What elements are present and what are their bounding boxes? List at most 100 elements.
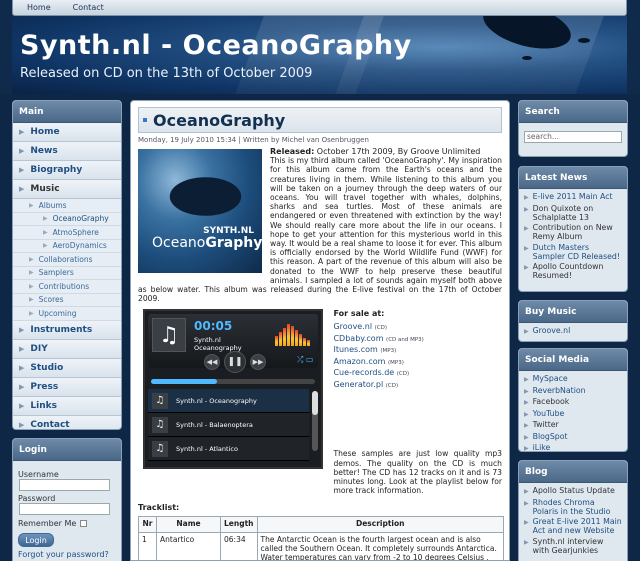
list-item[interactable]: ▶ YouTube — [524, 409, 622, 419]
list-item[interactable]: ▶ Apollo Status Update — [524, 486, 622, 496]
chevron-right-icon: ▶ — [19, 420, 25, 429]
bullet-arrow-icon: ▶ — [524, 328, 529, 335]
sale-link-groove[interactable]: Groove.nl (CD) — [333, 322, 502, 334]
pause-button[interactable]: ❚❚ — [224, 351, 246, 374]
nav-home-link[interactable]: Home — [27, 3, 51, 12]
seek-bar[interactable] — [151, 379, 316, 385]
menu-item-news[interactable]: ▶ News — [13, 142, 121, 161]
buy-music-panel: Buy Music ▶ Groove.nl — [518, 300, 628, 342]
latest-news-title: Latest News — [519, 167, 627, 189]
chevron-right-icon: ▶ — [19, 401, 25, 410]
menu-item-instruments[interactable]: ▶ Instruments — [13, 320, 121, 340]
playlist-scrollbar[interactable] — [312, 391, 319, 452]
bullet-arrow-icon: ▶ — [524, 264, 529, 271]
cell-nr: 1 — [138, 532, 157, 560]
social-media-title: Social Media — [519, 349, 627, 371]
music-note-icon: ♫ — [152, 318, 186, 353]
list-item[interactable]: ▶ Dutch Masters Sampler CD Released! — [524, 243, 622, 261]
music-note-icon: ♫ — [152, 440, 168, 457]
sale-link-cue-records[interactable]: Cue-records.de (CD) — [333, 368, 502, 380]
list-item-label: Twitter — [532, 420, 559, 429]
menu-item-press[interactable]: ▶ Press — [13, 377, 121, 397]
list-item-label: Great E-live 2011 Main Act and new Websi… — [532, 517, 622, 535]
list-item-label: Rhodes Chroma Polaris in the Studio — [532, 497, 611, 516]
menu-item-studio[interactable]: ▶ Studio — [13, 358, 121, 378]
chevron-right-icon: ▶ — [19, 382, 25, 391]
list-item[interactable]: ▶ Rhodes Chroma Polaris in the Studio — [524, 498, 622, 516]
list-item-label: Dutch Masters Sampler CD Released! — [532, 242, 621, 261]
search-input[interactable]: search... — [524, 131, 622, 143]
submenu-upcoming[interactable]: ▶ Upcoming — [13, 307, 121, 321]
forward-button[interactable]: ▶▶ — [250, 354, 266, 371]
list-item-label: iLike — [532, 443, 551, 452]
samples-note: These samples are just low quality mp3 d… — [333, 449, 502, 496]
list-item[interactable]: ▶ Twitter — [524, 420, 622, 430]
sale-link-itunes[interactable]: Itunes.com (MP3) — [333, 345, 502, 357]
bullet-arrow-icon: ▶ — [29, 282, 34, 290]
sale-link-generator[interactable]: Generator.pl (CD) — [333, 380, 502, 392]
shuffle-icon[interactable]: ⤮ ▭ — [297, 355, 314, 365]
username-input[interactable] — [19, 479, 110, 491]
submenu-collaborations[interactable]: ▶ Collaborations — [13, 253, 121, 267]
music-note-icon: ♫ — [152, 416, 168, 433]
released-label: Released: — [270, 147, 315, 156]
submenu-oceanography[interactable]: ▶ OceanoGraphy — [13, 212, 121, 226]
list-item-label: Don Quixote on Schalplatte 13 — [532, 203, 594, 222]
submenu-samplers[interactable]: ▶ Samplers — [13, 266, 121, 280]
remember-me-checkbox[interactable] — [80, 520, 88, 527]
bullet-arrow-icon: ▶ — [524, 225, 529, 232]
chevron-right-icon: ▶ — [19, 185, 25, 193]
list-item[interactable]: ▶ MySpace — [524, 374, 622, 384]
sale-link-amazon[interactable]: Amazon.com (MP3) — [333, 357, 502, 369]
fish-silhouette — [578, 38, 590, 43]
cell-description: The Antarctic Ocean is the fourth larges… — [256, 532, 504, 560]
list-item[interactable]: ▶ Don Quixote on Schalplatte 13 — [524, 204, 622, 222]
col-length: Length — [220, 516, 258, 534]
submenu-albums[interactable]: ▶ Albums — [13, 199, 121, 213]
list-item[interactable]: ▶ E-live 2011 Main Act — [524, 192, 622, 202]
blog-list: ▶ Apollo Status Update ▶ Rhodes Chroma Pola… — [519, 483, 627, 559]
bullet-arrow-icon: ▶ — [524, 399, 529, 406]
menu-item-biography[interactable]: ▶ Biography — [13, 161, 121, 180]
menu-item-links[interactable]: ▶ Links — [13, 396, 121, 416]
latest-news-list: ▶ E-live 2011 Main Act ▶ Don Quixote on Sch… — [519, 189, 627, 285]
released-text: October 17th 2009, By Groove Unlimited — [314, 147, 481, 156]
playlist-item[interactable]: ♫ Synth.nl - Atlantico — [148, 437, 310, 462]
login-title: Login — [13, 439, 121, 461]
bullet-arrow-icon: ▶ — [524, 194, 529, 201]
menu-item-diy[interactable]: ▶ DIY — [13, 339, 121, 359]
list-item[interactable]: ▶ BlogSpot — [524, 432, 622, 442]
list-item-label: Groove.nl — [532, 326, 571, 335]
submenu-atmosphere[interactable]: ▶ AtmoSphere — [13, 226, 121, 240]
rewind-button[interactable]: ◀◀ — [204, 354, 220, 371]
forgot-password-link[interactable]: Forgot your password? — [18, 550, 116, 559]
submenu-scores[interactable]: ▶ Scores — [13, 293, 121, 307]
bullet-arrow-icon: ▶ — [524, 410, 529, 418]
sale-link-cdbaby[interactable]: CDbaby.com (CD and MP3) — [333, 334, 502, 346]
list-item[interactable]: ▶ Great E-live 2011 Main Act and new Webs… — [524, 517, 622, 535]
bullet-arrow-icon: ▶ — [524, 376, 529, 383]
list-item[interactable]: ▶ Contribution on New Remy Album — [524, 223, 622, 241]
main-menu-panel: Main ▶ Home ▶ News ▶ Biography ▶ Music ▶ Albu… — [12, 100, 122, 430]
password-input[interactable] — [19, 503, 110, 515]
bullet-arrow-icon: ▶ — [29, 201, 34, 209]
login-panel: Login Username Password Remember Me Logi… — [12, 438, 122, 561]
list-item[interactable]: ▶ Synth.nl interview with Gearjunkies — [524, 537, 622, 555]
menu-item-music[interactable]: ▶ Music — [13, 180, 121, 199]
list-item[interactable]: ▶ Apollo Countdown Resumed! — [524, 262, 622, 280]
menu-item-home[interactable]: ▶ Home — [13, 123, 121, 142]
nav-contact-link[interactable]: Contact — [73, 3, 104, 12]
buy-music-list: ▶ Groove.nl — [519, 323, 627, 341]
playlist-item[interactable]: ♫ Synth.nl - Oceanography — [148, 389, 310, 414]
list-item[interactable]: ▶ iLike — [524, 443, 622, 452]
menu-item-contact[interactable]: ▶ Contact — [13, 415, 121, 429]
submenu-aerodynamics[interactable]: ▶ AeroDynamics — [13, 239, 121, 253]
list-item[interactable]: ▶ Facebook — [524, 397, 622, 407]
main-content: OceanoGraphy Monday, 19 July 2010 15:34 … — [130, 100, 510, 561]
submenu-contributions[interactable]: ▶ Contributions — [13, 280, 121, 294]
login-button[interactable]: Login — [18, 533, 54, 547]
playlist-item[interactable]: ♫ Synth.nl - Balaenoptera — [148, 413, 310, 438]
list-item[interactable]: ▶ ReverbNation — [524, 386, 622, 396]
list-item[interactable]: ▶ Groove.nl — [524, 326, 622, 336]
site-subtitle: Released on CD on the 13th of October 20… — [20, 66, 313, 81]
